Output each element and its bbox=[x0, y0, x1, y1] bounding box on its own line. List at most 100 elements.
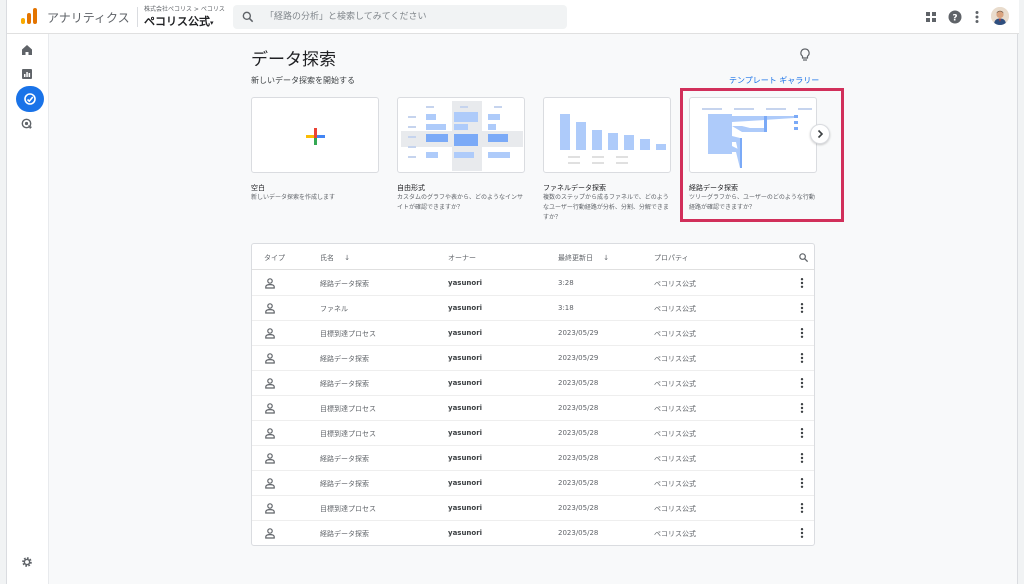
table-row[interactable]: ファネル yasunori 3:18 ペコリス公式 bbox=[252, 296, 814, 321]
row-property: ペコリス公式 bbox=[654, 305, 696, 313]
row-more-icon[interactable] bbox=[796, 352, 808, 364]
column-header-property[interactable]: プロパティ bbox=[654, 253, 689, 263]
row-updated: 2023/05/28 bbox=[558, 379, 599, 387]
row-updated: 3:28 bbox=[558, 279, 574, 287]
template-gallery-link[interactable]: テンプレート ギャラリー bbox=[729, 75, 819, 86]
row-name[interactable]: 目標到達プロセス bbox=[320, 404, 376, 414]
nav-home[interactable] bbox=[15, 38, 39, 62]
row-more-icon[interactable] bbox=[796, 452, 808, 464]
row-owner: yasunori bbox=[448, 529, 483, 537]
row-more-icon[interactable] bbox=[796, 327, 808, 339]
row-more-icon[interactable] bbox=[796, 502, 808, 514]
table-search-icon[interactable] bbox=[798, 252, 809, 263]
table-row[interactable]: 目標到達プロセス yasunori 2023/05/28 ペコリス公式 bbox=[252, 496, 814, 521]
search-input[interactable] bbox=[265, 9, 555, 25]
row-more-icon[interactable] bbox=[796, 402, 808, 414]
column-header-type[interactable]: タイプ bbox=[264, 253, 285, 263]
nav-explore[interactable] bbox=[16, 86, 44, 112]
property-selector[interactable]: ペコリス公式▾ bbox=[144, 13, 214, 29]
row-more-icon[interactable] bbox=[796, 302, 808, 314]
settings-icon bbox=[22, 557, 32, 567]
row-owner: yasunori bbox=[448, 404, 483, 412]
search-bar[interactable] bbox=[233, 5, 567, 29]
section-label: 新しいデータ探索を開始する bbox=[251, 76, 355, 85]
table-row[interactable]: 目標到達プロセス yasunori 2023/05/29 ペコリス公式 bbox=[252, 321, 814, 346]
app-name: アナリティクス bbox=[47, 11, 130, 25]
row-property: ペコリス公式 bbox=[654, 280, 696, 288]
highlight-box bbox=[680, 88, 844, 222]
template-title-freeform: 自由形式 bbox=[397, 184, 425, 192]
person-icon bbox=[265, 278, 275, 289]
column-header-updated[interactable]: 最終更新日 ↓ bbox=[558, 253, 609, 263]
apps-grid-icon[interactable] bbox=[923, 9, 939, 25]
row-name[interactable]: 経路データ探索 bbox=[320, 354, 369, 364]
freeform-table-illustration bbox=[401, 101, 523, 171]
row-updated: 2023/05/28 bbox=[558, 529, 599, 537]
table-row[interactable]: 経路データ探索 yasunori 2023/05/28 ペコリス公式 bbox=[252, 471, 814, 496]
table-row[interactable]: 経路データ探索 yasunori 2023/05/29 ペコリス公式 bbox=[252, 346, 814, 371]
row-name[interactable]: 経路データ探索 bbox=[320, 454, 369, 464]
home-icon bbox=[22, 45, 32, 55]
row-property: ペコリス公式 bbox=[654, 530, 696, 538]
person-icon bbox=[265, 428, 275, 439]
table-header: タイプ 氏名 ↓ オーナー 最終更新日 ↓ プロパティ bbox=[252, 244, 814, 270]
row-name[interactable]: 経路データ探索 bbox=[320, 379, 369, 389]
template-title-blank: 空白 bbox=[251, 184, 265, 192]
person-icon bbox=[265, 353, 275, 364]
row-owner: yasunori bbox=[448, 429, 483, 437]
row-more-icon[interactable] bbox=[796, 527, 808, 539]
template-desc-funnel: 複数のステップから成るファネルで、どのようなユーザー行動経路が分析、分割、分解で… bbox=[543, 194, 669, 221]
row-owner: yasunori bbox=[448, 379, 483, 387]
row-more-icon[interactable] bbox=[796, 277, 808, 289]
avatar[interactable] bbox=[991, 7, 1009, 25]
row-updated: 2023/05/28 bbox=[558, 454, 599, 462]
row-updated: 3:18 bbox=[558, 304, 574, 312]
column-header-name[interactable]: 氏名 ↓ bbox=[320, 253, 350, 263]
person-icon bbox=[265, 503, 275, 514]
page-title: データ探索 bbox=[251, 50, 336, 70]
property-caret: ▾ bbox=[210, 19, 214, 27]
app-frame: アナリティクス 株式会社ペコリス > ペコリス ペコリス公式▾ ? bbox=[6, 0, 1019, 584]
nav-advertising[interactable] bbox=[15, 112, 39, 136]
row-name[interactable]: ファネル bbox=[320, 304, 348, 314]
row-owner: yasunori bbox=[448, 279, 483, 287]
table-row[interactable]: 経路データ探索 yasunori 2023/05/28 ペコリス公式 bbox=[252, 521, 814, 546]
more-vert-icon[interactable] bbox=[969, 9, 985, 25]
svg-text:?: ? bbox=[952, 14, 957, 24]
template-title-funnel: ファネルデータ探索 bbox=[543, 184, 606, 192]
nav-settings[interactable] bbox=[15, 550, 39, 574]
table-row[interactable]: 経路データ探索 yasunori 2023/05/28 ペコリス公式 bbox=[252, 371, 814, 396]
person-icon bbox=[265, 303, 275, 314]
table-row[interactable]: 経路データ探索 yasunori 3:28 ペコリス公式 bbox=[252, 271, 814, 296]
row-name[interactable]: 経路データ探索 bbox=[320, 279, 369, 289]
table-row[interactable]: 目標到達プロセス yasunori 2023/05/28 ペコリス公式 bbox=[252, 396, 814, 421]
row-name[interactable]: 目標到達プロセス bbox=[320, 504, 376, 514]
lightbulb-icon[interactable] bbox=[799, 48, 811, 62]
row-more-icon[interactable] bbox=[796, 427, 808, 439]
column-header-owner[interactable]: オーナー bbox=[448, 253, 476, 263]
row-more-icon[interactable] bbox=[796, 477, 808, 489]
row-updated: 2023/05/28 bbox=[558, 404, 599, 412]
template-desc-freeform: カスタムのグラフや表から、どのようなインサイトが確認できますか？ bbox=[397, 194, 524, 211]
person-icon bbox=[265, 453, 275, 464]
row-name[interactable]: 経路データ探索 bbox=[320, 529, 369, 539]
template-card-freeform[interactable] bbox=[397, 97, 525, 173]
explore-icon bbox=[24, 93, 36, 105]
person-icon bbox=[265, 403, 275, 414]
template-card-blank[interactable] bbox=[251, 97, 379, 173]
row-property: ペコリス公式 bbox=[654, 430, 696, 438]
template-card-funnel[interactable] bbox=[543, 97, 671, 173]
table-row[interactable]: 経路データ探索 yasunori 2023/05/28 ペコリス公式 bbox=[252, 446, 814, 471]
row-more-icon[interactable] bbox=[796, 377, 808, 389]
table-row[interactable]: 目標到達プロセス yasunori 2023/05/28 ペコリス公式 bbox=[252, 421, 814, 446]
top-bar: アナリティクス 株式会社ペコリス > ペコリス ペコリス公式▾ ? bbox=[7, 0, 1019, 34]
nav-reports[interactable] bbox=[15, 62, 39, 86]
row-name[interactable]: 目標到達プロセス bbox=[320, 329, 376, 339]
row-name[interactable]: 経路データ探索 bbox=[320, 479, 369, 489]
help-icon[interactable]: ? bbox=[947, 9, 963, 25]
row-property: ペコリス公式 bbox=[654, 480, 696, 488]
row-name[interactable]: 目標到達プロセス bbox=[320, 429, 376, 439]
row-owner: yasunori bbox=[448, 304, 483, 312]
analytics-logo-icon[interactable] bbox=[21, 8, 37, 24]
person-icon bbox=[265, 478, 275, 489]
